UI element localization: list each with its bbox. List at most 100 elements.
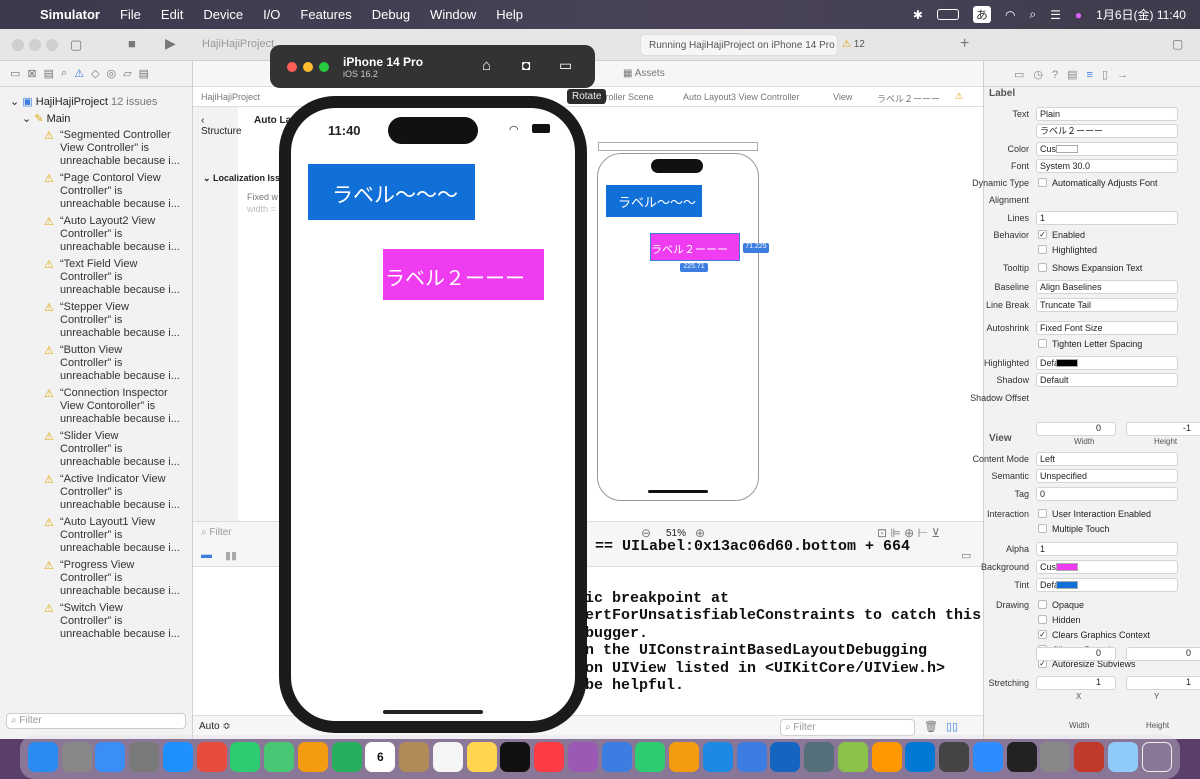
inspector-row-value[interactable]: Opaque [1052, 600, 1084, 610]
canvas-label-1[interactable]: ラベル〜〜〜 [606, 185, 702, 217]
home-icon[interactable]: ⌂ [482, 57, 491, 74]
inspector-row-value[interactable]: ラベル２ーーー [1036, 124, 1178, 138]
source-control-icon[interactable]: ⊠ [27, 67, 36, 80]
simulator-screen[interactable]: 11:40 ◠ ラベル〜〜〜 ラベル２ーーー [291, 108, 575, 721]
dock-safari-icon[interactable] [162, 742, 193, 772]
checkbox[interactable] [1038, 263, 1047, 272]
inspector-row-value[interactable]: Automatically Adjusts Font [1052, 178, 1158, 188]
inspector-row-value[interactable]: Enabled [1052, 230, 1085, 240]
assets-tab[interactable]: ▦ Assets [623, 68, 665, 79]
breakpoint-icon[interactable]: ▱ [123, 67, 131, 80]
zoom-button[interactable] [46, 39, 58, 51]
dock-notes-icon[interactable] [399, 742, 430, 772]
add-icon[interactable]: + [960, 35, 969, 53]
sim-minimize-button[interactable] [303, 62, 313, 72]
run-icon[interactable]: ▶ [165, 35, 176, 52]
checkbox[interactable] [1038, 524, 1047, 533]
inspector-row-value[interactable]: Highlighted [1052, 245, 1097, 255]
symbol-icon[interactable]: ▤ [44, 67, 54, 80]
breakpoints-icon[interactable]: ▮▮ [225, 549, 237, 562]
issue-group[interactable]: ⌄ ✎ Main [0, 108, 192, 125]
issue-item[interactable]: ⚠ “Auto Layout2 View Controller” is unreach… [0, 215, 192, 254]
screenshot-icon[interactable]: ◘ [522, 57, 530, 73]
menu-help[interactable]: Help [496, 7, 523, 22]
checkbox[interactable] [1038, 178, 1047, 187]
dock-trash-icon[interactable] [1141, 742, 1172, 772]
checkbox[interactable] [1038, 245, 1047, 254]
dock-reminders-icon[interactable] [432, 742, 463, 772]
shadow-offset-field[interactable]: 0 [1036, 422, 1116, 436]
breadcrumb-label[interactable]: ラベル２ーーー [877, 92, 940, 105]
structure-tab[interactable]: ‹ Structure [201, 115, 242, 137]
canvas-label-2[interactable]: ラベル２ーーー [650, 233, 740, 261]
shadow-offset-field[interactable]: -1 [1126, 422, 1200, 436]
sidebar-toggle-icon[interactable]: ▢ [70, 37, 82, 53]
minimize-button[interactable] [29, 39, 41, 51]
inspector-row-value[interactable]: Hidden [1052, 615, 1081, 625]
dock-chrome-icon[interactable] [196, 742, 227, 772]
checkbox[interactable]: ✓ [1038, 230, 1047, 239]
inspector-row-value[interactable]: System 30.0 [1036, 159, 1178, 173]
height-constraint-badge[interactable]: 71.225 [743, 243, 769, 253]
dock-tv-icon[interactable] [500, 742, 531, 772]
dock-calendar-icon[interactable]: 6 [365, 742, 396, 772]
find-icon[interactable]: ⌕ [61, 67, 67, 80]
dock-app-store-icon[interactable] [702, 742, 733, 772]
breadcrumb-view[interactable]: View [833, 92, 852, 102]
stop-icon[interactable]: ■ [128, 36, 136, 51]
issue-item[interactable]: ⚠ “Slider View Controller” is unreachable b… [0, 430, 192, 469]
control-center-icon[interactable]: ☰ [1050, 8, 1061, 22]
clock[interactable]: 1月6日(金) 11:40 [1096, 6, 1186, 23]
outline-filter[interactable]: ⌕ Filter [201, 527, 232, 538]
inspector-row-value[interactable]: Left [1036, 452, 1178, 466]
dock-maps-icon[interactable] [264, 742, 295, 772]
issue-item[interactable]: ⚠ “Text Field View Controller” is unreachab… [0, 258, 192, 297]
input-method-icon[interactable]: あ [972, 6, 991, 23]
stretching-field[interactable]: 0 [1126, 647, 1200, 661]
dock-finder-icon[interactable] [27, 742, 58, 772]
inspector-row-value[interactable]: 0 [1036, 487, 1178, 501]
dock-kana-icon[interactable] [1074, 742, 1105, 772]
issue-item[interactable]: ⚠ “Active Indicator View Controller” is unr… [0, 473, 192, 512]
inspector-row-value[interactable]: Fixed Font Size [1036, 321, 1178, 335]
search-icon[interactable]: ⌕ [1029, 7, 1036, 22]
inspector-row-value[interactable]: Default [1036, 373, 1178, 387]
menu-edit[interactable]: Edit [161, 7, 183, 22]
dock-messages-icon[interactable] [230, 742, 261, 772]
folder-icon[interactable]: ▭ [10, 67, 20, 80]
layout-icon[interactable]: ▯▯ [946, 720, 958, 733]
menu-window[interactable]: Window [430, 7, 476, 22]
dock-store2-icon[interactable] [736, 742, 767, 772]
inspector-row-value[interactable]: User Interaction Enabled [1052, 509, 1151, 519]
dock-photos-icon[interactable] [297, 742, 328, 772]
dock-simulator-icon[interactable] [939, 742, 970, 772]
app-menu[interactable]: Simulator [40, 7, 100, 22]
inspector-row-value[interactable]: Truncate Tail [1036, 298, 1178, 312]
navigator-filter[interactable]: ⌕ Filter [6, 713, 186, 729]
menu-debug[interactable]: Debug [372, 7, 410, 22]
menu-features[interactable]: Features [300, 7, 351, 22]
inspector-row-value[interactable]: Plain [1036, 107, 1178, 121]
debug-icon[interactable]: ◎ [107, 67, 117, 80]
variables-scope[interactable]: Auto ≎ [199, 721, 231, 732]
inspector-row-value[interactable]: 1 [1036, 542, 1178, 556]
dock-launchpad-icon[interactable] [61, 742, 92, 772]
issue-item[interactable]: ⚠ “Segmented Controller View Controller” i… [0, 129, 192, 168]
dock-notes2-icon[interactable] [466, 742, 497, 772]
inspector-row-value[interactable]: 1 [1036, 211, 1178, 225]
dock-facetime-icon[interactable] [331, 742, 362, 772]
project-name[interactable]: HajiHajiProject [202, 38, 274, 50]
wifi-icon[interactable]: ◠ [1005, 8, 1015, 22]
dock-numbers-icon[interactable] [635, 742, 666, 772]
dock-terminal-icon[interactable] [1006, 742, 1037, 772]
checkbox[interactable]: ✓ [1038, 630, 1047, 639]
inspector-row-value[interactable]: Multiple Touch [1052, 524, 1109, 534]
inspector-toggle-icon[interactable]: ▢ [1172, 37, 1183, 51]
dock-xcode-icon[interactable] [770, 742, 801, 772]
warning-icon[interactable]: ⚠ [955, 91, 963, 102]
rotate-icon[interactable]: ▭ [559, 57, 572, 74]
dock-preview-icon[interactable] [1107, 742, 1138, 772]
issue-item[interactable]: ⚠ “Page Contorol View Controller” is unreac… [0, 172, 192, 211]
stretching-field[interactable]: 1 [1126, 676, 1200, 690]
battery-icon[interactable] [936, 9, 959, 20]
